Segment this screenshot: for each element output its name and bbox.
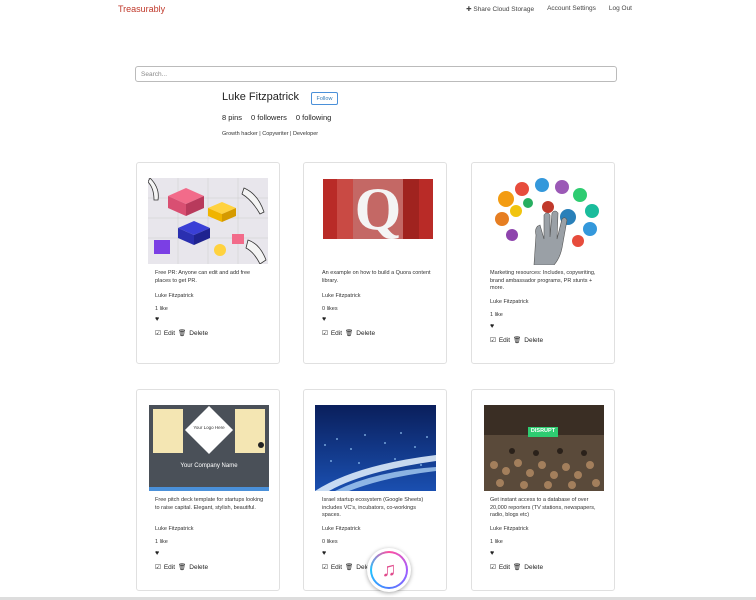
edit-link[interactable]: Edit bbox=[164, 564, 175, 571]
trash-icon[interactable]: 🗑 bbox=[178, 329, 186, 337]
edit-icon[interactable]: ☑ bbox=[322, 563, 328, 571]
pin-likes: 0 likes bbox=[322, 539, 338, 545]
pin-thumbnail[interactable] bbox=[148, 178, 268, 264]
edit-icon[interactable]: ☑ bbox=[155, 329, 161, 337]
pin-thumbnail[interactable]: Q bbox=[323, 179, 433, 239]
pin-thumbnail[interactable] bbox=[315, 405, 436, 491]
pin-likes: 1 like bbox=[490, 539, 503, 545]
heart-icon[interactable]: ♥ bbox=[155, 316, 159, 323]
quora-logo: Q bbox=[354, 179, 402, 239]
brand-logo[interactable]: Treasurably bbox=[118, 4, 165, 14]
pin-card-1[interactable]: Free PR: Anyone can edit and add free pl… bbox=[136, 162, 280, 364]
heart-icon[interactable]: ♥ bbox=[322, 550, 326, 557]
nav-links: ✚ Share Cloud Storage Account Settings L… bbox=[466, 5, 632, 13]
heart-icon[interactable]: ♥ bbox=[490, 550, 494, 557]
heart-icon[interactable]: ♥ bbox=[322, 316, 326, 323]
delete-link[interactable]: Delete bbox=[189, 330, 208, 337]
pin-description: Free PR: Anyone can edit and add free pl… bbox=[155, 270, 251, 284]
edit-icon[interactable]: ☑ bbox=[490, 563, 496, 571]
trash-icon[interactable]: 🗑 bbox=[345, 563, 353, 571]
pin-likes: 1 like bbox=[490, 312, 503, 318]
music-note-icon: ♫ bbox=[372, 553, 406, 587]
heart-icon[interactable]: ♥ bbox=[155, 550, 159, 557]
pin-description: Get instant access to a database of over… bbox=[490, 497, 596, 518]
itunes-icon[interactable]: ♫ bbox=[367, 548, 411, 592]
pin-author[interactable]: Luke Fitzpatrick bbox=[490, 526, 529, 532]
edit-icon[interactable]: ☑ bbox=[490, 336, 496, 344]
itunes-icon-ring: ♫ bbox=[370, 551, 408, 589]
pin-likes: 1 like bbox=[155, 539, 168, 545]
pin-description: Israel startup ecosystem (Google Sheets)… bbox=[322, 497, 424, 518]
edit-icon[interactable]: ☑ bbox=[155, 563, 161, 571]
edit-link[interactable]: Edit bbox=[164, 330, 175, 337]
pin-card-3[interactable]: Marketing resources: Includes, copywriti… bbox=[471, 162, 615, 364]
profile-stats: 8 pins 0 followers 0 following bbox=[222, 113, 331, 122]
pin-author[interactable]: Luke Fitzpatrick bbox=[322, 293, 361, 299]
pin-description: An example on how to build a Quora conte… bbox=[322, 270, 431, 284]
pin-actions: ☑ Edit 🗑 Delete bbox=[155, 563, 208, 572]
pin-thumbnail[interactable]: DISRUPT bbox=[484, 405, 604, 491]
pin-author[interactable]: Luke Fitzpatrick bbox=[155, 293, 194, 299]
pin-actions: ☑ Edit 🗑 Delete bbox=[322, 329, 375, 338]
pin-author[interactable]: Luke Fitzpatrick bbox=[322, 526, 361, 532]
trash-icon[interactable]: 🗑 bbox=[513, 563, 521, 571]
delete-link[interactable]: Delete bbox=[356, 330, 375, 337]
share-cloud-storage-link[interactable]: ✚ Share Cloud Storage bbox=[466, 5, 534, 13]
search-input[interactable] bbox=[135, 66, 617, 82]
heart-icon[interactable]: ♥ bbox=[490, 323, 494, 330]
pin-likes: 0 likes bbox=[322, 306, 338, 312]
follow-button[interactable]: Follow bbox=[311, 92, 338, 105]
edit-icon[interactable]: ☑ bbox=[322, 329, 328, 337]
pin-card-6[interactable]: DISRUPT Get instant access to a database… bbox=[471, 389, 615, 591]
delete-link[interactable]: Delete bbox=[189, 564, 208, 571]
pin-author[interactable]: Luke Fitzpatrick bbox=[155, 526, 194, 532]
logo-placeholder-text: Your Logo Here bbox=[193, 425, 225, 430]
pin-card-4[interactable]: Your Logo Here Your Company Name Free pi… bbox=[136, 389, 280, 591]
pin-card-2[interactable]: Q An example on how to build a Quora con… bbox=[303, 162, 447, 364]
pin-likes: 1 like bbox=[155, 306, 168, 312]
pin-author[interactable]: Luke Fitzpatrick bbox=[490, 299, 529, 305]
delete-link[interactable]: Delete bbox=[524, 337, 543, 344]
trash-icon[interactable]: 🗑 bbox=[178, 563, 186, 571]
pin-actions: ☑ Edit 🗑 Delete bbox=[155, 329, 208, 338]
edit-link[interactable]: Edit bbox=[499, 564, 510, 571]
logout-link[interactable]: Log Out bbox=[609, 5, 632, 13]
pins-count[interactable]: 8 pins bbox=[222, 113, 242, 122]
pin-description: Marketing resources: Includes, copywriti… bbox=[490, 270, 596, 291]
edit-link[interactable]: Edit bbox=[331, 564, 342, 571]
pin-actions: ☑ Edit 🗑 Delete bbox=[490, 336, 543, 345]
disrupt-banner-text: DISRUPT bbox=[530, 428, 556, 434]
profile-bio: Growth hacker | Copywriter | Developer bbox=[222, 131, 319, 137]
following-count[interactable]: 0 following bbox=[296, 113, 331, 122]
account-settings-link[interactable]: Account Settings bbox=[547, 5, 596, 13]
pin-thumbnail[interactable] bbox=[492, 177, 602, 265]
pin-description: Free pitch deck template for startups lo… bbox=[155, 497, 264, 511]
edit-link[interactable]: Edit bbox=[499, 337, 510, 344]
pin-actions: ☑ Edit 🗑 Delete bbox=[490, 563, 543, 572]
trash-icon[interactable]: 🗑 bbox=[345, 329, 353, 337]
edit-link[interactable]: Edit bbox=[331, 330, 342, 337]
profile-name: Luke Fitzpatrick bbox=[222, 91, 300, 103]
pin-thumbnail[interactable]: Your Logo Here Your Company Name bbox=[149, 405, 269, 491]
followers-count[interactable]: 0 followers bbox=[251, 113, 287, 122]
top-navbar: Treasurably ✚ Share Cloud Storage Accoun… bbox=[0, 0, 756, 48]
trash-icon[interactable]: 🗑 bbox=[513, 336, 521, 344]
company-name-text: Your Company Name bbox=[180, 463, 238, 469]
delete-link[interactable]: Delete bbox=[524, 564, 543, 571]
